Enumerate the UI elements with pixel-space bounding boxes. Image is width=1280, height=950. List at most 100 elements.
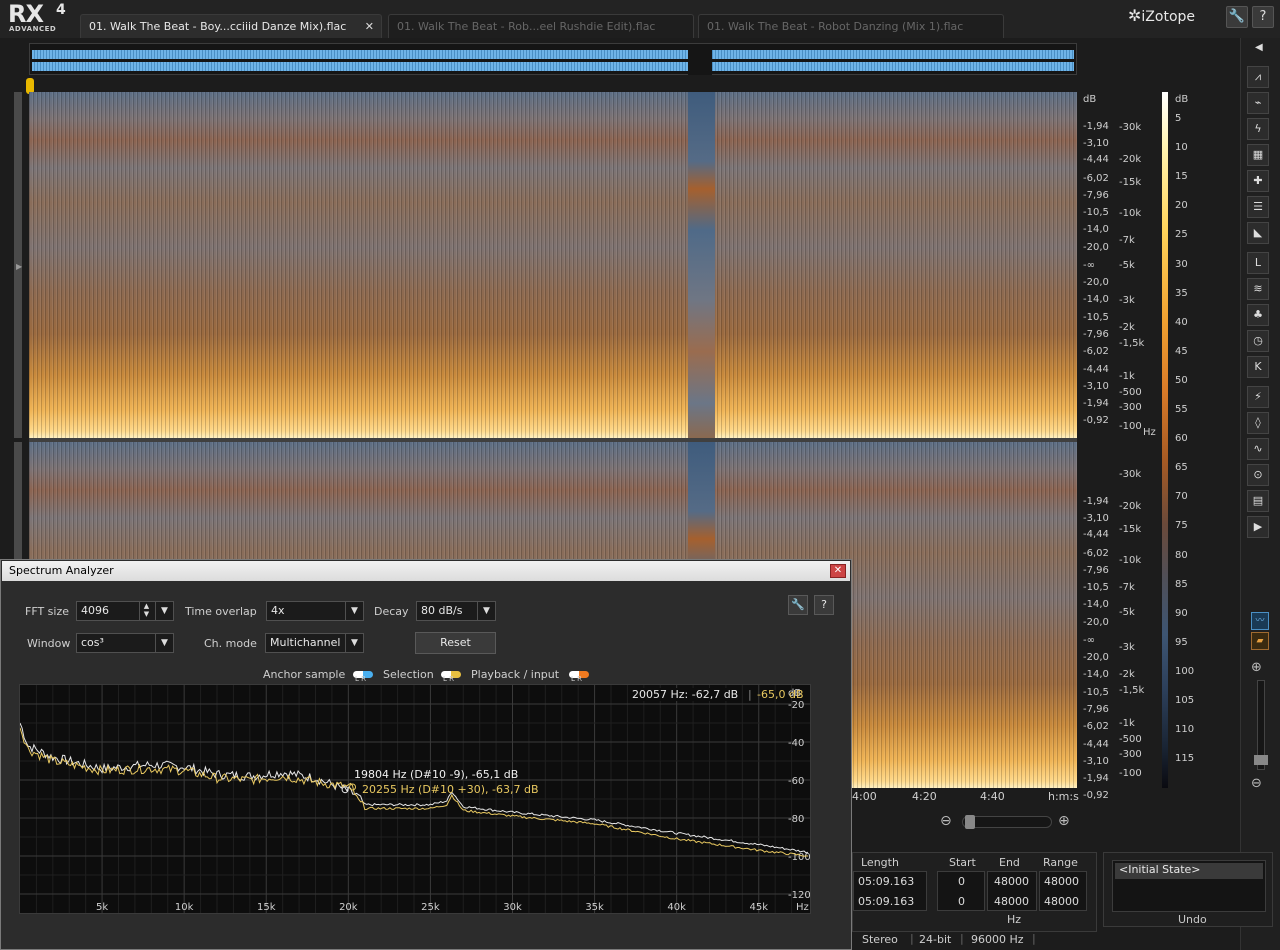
undo-history-item[interactable]: <Initial State> bbox=[1115, 863, 1263, 879]
dereverb-icon[interactable]: ◣ bbox=[1247, 222, 1269, 244]
overview-waveform[interactable] bbox=[29, 43, 1077, 75]
module-panel: ◀ ⩘ ⌁ ϟ ▦ ✚ ☰ ◣ L ≋ ♣ ◷ K ⚡ ◊ ∿ ⊙ ▤ ▶ 〰 … bbox=[1240, 38, 1280, 950]
loudness-icon[interactable]: K bbox=[1247, 356, 1269, 378]
start-value[interactable]: 0 bbox=[958, 895, 965, 908]
zoom-out-icon[interactable]: ⊖ bbox=[1251, 776, 1262, 791]
db-tick: -1,94 bbox=[1083, 773, 1109, 784]
slider-knob[interactable] bbox=[1254, 755, 1268, 765]
fft-size-select[interactable]: 4096 ▲ ▼ ▼ bbox=[76, 601, 174, 621]
close-window-icon[interactable]: ✕ bbox=[830, 564, 846, 578]
channels-status: Stereo bbox=[862, 933, 898, 946]
colorbar-tick: 30 bbox=[1175, 258, 1188, 270]
ambience-icon[interactable]: ♣ bbox=[1247, 304, 1269, 326]
spectral-repair-icon[interactable]: ✚ bbox=[1247, 170, 1269, 192]
slider-knob[interactable] bbox=[965, 815, 975, 829]
colorbar-unit: dB bbox=[1175, 94, 1189, 105]
chevron-down-icon[interactable]: ▼ bbox=[155, 602, 173, 620]
db-tick: -1,94 bbox=[1083, 121, 1109, 132]
decay-select[interactable]: 80 dB/s ▼ bbox=[416, 601, 496, 621]
declip-icon[interactable]: ⩘ bbox=[1247, 66, 1269, 88]
collapse-arrow-icon[interactable]: ◀ bbox=[1255, 42, 1263, 53]
decrackle-icon[interactable]: ϟ bbox=[1247, 118, 1269, 140]
db-tick: -3,10 bbox=[1083, 138, 1109, 149]
legend-playback-label: Playback / input bbox=[471, 668, 560, 681]
waveform-view-icon[interactable]: 〰 bbox=[1251, 612, 1269, 630]
denoise-icon[interactable]: ▦ bbox=[1247, 144, 1269, 166]
leveler-icon[interactable]: L bbox=[1247, 252, 1269, 274]
y-tick-label: -60 bbox=[788, 776, 804, 787]
ch-mode-select[interactable]: Multichannel ▼ bbox=[265, 633, 364, 653]
hz-tick: -1,5k bbox=[1119, 685, 1145, 696]
zoom-out-horizontal-icon[interactable]: ⊖ bbox=[940, 813, 952, 829]
zoom-in-horizontal-icon[interactable]: ⊕ bbox=[1058, 813, 1070, 829]
chevron-down-icon[interactable]: ▼ bbox=[155, 634, 173, 652]
help-icon[interactable]: ? bbox=[814, 595, 834, 615]
reset-button[interactable]: Reset bbox=[415, 632, 496, 654]
tab-file-2[interactable]: 01. Walk The Beat - Rob...eel Rushdie Ed… bbox=[388, 14, 694, 38]
window-title: Spectrum Analyzer bbox=[9, 564, 114, 577]
db-tick: -6,02 bbox=[1083, 346, 1109, 357]
start-value[interactable]: 0 bbox=[958, 875, 965, 888]
ch-mode-label: Ch. mode bbox=[204, 637, 257, 650]
expand-arrow-icon[interactable]: ▶ bbox=[16, 262, 22, 271]
time-stretch-icon[interactable]: ◷ bbox=[1247, 330, 1269, 352]
chevron-down-icon[interactable]: ▼ bbox=[345, 602, 363, 620]
settings-wrench-icon[interactable]: 🔧 bbox=[1226, 6, 1248, 28]
deconstruct-icon[interactable]: ☰ bbox=[1247, 196, 1269, 218]
db-tick: -4,44 bbox=[1083, 739, 1109, 750]
end-value[interactable]: 48000 bbox=[994, 875, 1029, 888]
db-tick: -7,96 bbox=[1083, 329, 1109, 340]
eq-icon[interactable]: ≋ bbox=[1247, 278, 1269, 300]
colorbar-tick: 90 bbox=[1175, 607, 1188, 619]
chevron-down-icon[interactable]: ▼ bbox=[345, 634, 363, 652]
tab-file-3[interactable]: 01. Walk The Beat - Robot Danzing (Mix 1… bbox=[698, 14, 1004, 38]
close-tab-icon[interactable]: ✕ bbox=[365, 20, 374, 33]
channel-ops-icon[interactable]: ⊙ bbox=[1247, 464, 1269, 486]
length-value[interactable]: 05:09.163 bbox=[858, 895, 914, 908]
gain-icon[interactable]: ◊ bbox=[1247, 412, 1269, 434]
hz-tick: -1,5k bbox=[1119, 338, 1145, 349]
hz-tick: -30k bbox=[1119, 122, 1142, 133]
zoom-in-icon[interactable]: ⊕ bbox=[1251, 660, 1262, 675]
range-value[interactable]: 48000 bbox=[1044, 895, 1079, 908]
window-label: Window bbox=[27, 637, 71, 650]
batch-icon[interactable]: ▤ bbox=[1247, 490, 1269, 512]
colorbar bbox=[1162, 92, 1168, 788]
tab-file-1[interactable]: 01. Walk The Beat - Boy...cciiid Danze M… bbox=[80, 14, 382, 38]
range-value[interactable]: 48000 bbox=[1044, 875, 1079, 888]
spectrum-plot[interactable]: dB -20 -40 -60 -80 -100 -120 5k 10k 15k 20k 25k 30k 3… bbox=[19, 684, 811, 914]
stepper-icon[interactable]: ▲ ▼ bbox=[139, 602, 153, 620]
colorbar-tick: 45 bbox=[1175, 345, 1188, 357]
time-overlap-select[interactable]: 4x ▼ bbox=[266, 601, 364, 621]
horizontal-zoom-slider[interactable] bbox=[962, 815, 1052, 829]
spectrogram-view-icon[interactable]: ▰ bbox=[1251, 632, 1269, 650]
help-icon[interactable]: ? bbox=[1252, 6, 1274, 28]
x-tick-label: 25k bbox=[421, 902, 440, 913]
spectrogram-left-channel bbox=[29, 92, 1077, 438]
tab-label: 01. Walk The Beat - Boy...cciiid Danze M… bbox=[89, 20, 347, 33]
hz-tick: -1k bbox=[1119, 718, 1135, 729]
export-icon[interactable]: ▶ bbox=[1247, 516, 1269, 538]
hz-tick: -100 bbox=[1119, 421, 1142, 432]
colorbar-tick: 95 bbox=[1175, 636, 1188, 648]
colorbar-tick: 85 bbox=[1175, 578, 1188, 590]
length-value[interactable]: 05:09.163 bbox=[858, 875, 914, 888]
window-titlebar[interactable]: Spectrum Analyzer bbox=[2, 561, 850, 581]
chevron-down-icon[interactable]: ▼ bbox=[477, 602, 495, 620]
settings-wrench-icon[interactable]: 🔧 bbox=[788, 595, 808, 615]
db-tick: -14,0 bbox=[1083, 294, 1109, 305]
declick-icon[interactable]: ⌁ bbox=[1247, 92, 1269, 114]
plugin-icon[interactable]: ⚡ bbox=[1247, 386, 1269, 408]
x-tick-label: 15k bbox=[257, 902, 276, 913]
undo-history[interactable]: <Initial State> bbox=[1112, 860, 1266, 912]
db-tick: -20,0 bbox=[1083, 277, 1109, 288]
colorbar-tick: 75 bbox=[1175, 520, 1188, 532]
end-value[interactable]: 48000 bbox=[994, 895, 1029, 908]
fade-icon[interactable]: ∿ bbox=[1247, 438, 1269, 460]
window-select[interactable]: cos³ ▼ bbox=[76, 633, 174, 653]
vertical-zoom-slider[interactable] bbox=[1254, 680, 1268, 770]
time-overlap-label: Time overlap bbox=[185, 605, 257, 618]
db-tick: -10,5 bbox=[1083, 687, 1109, 698]
length-label: Length bbox=[861, 856, 899, 869]
waveform-gap bbox=[688, 45, 712, 75]
